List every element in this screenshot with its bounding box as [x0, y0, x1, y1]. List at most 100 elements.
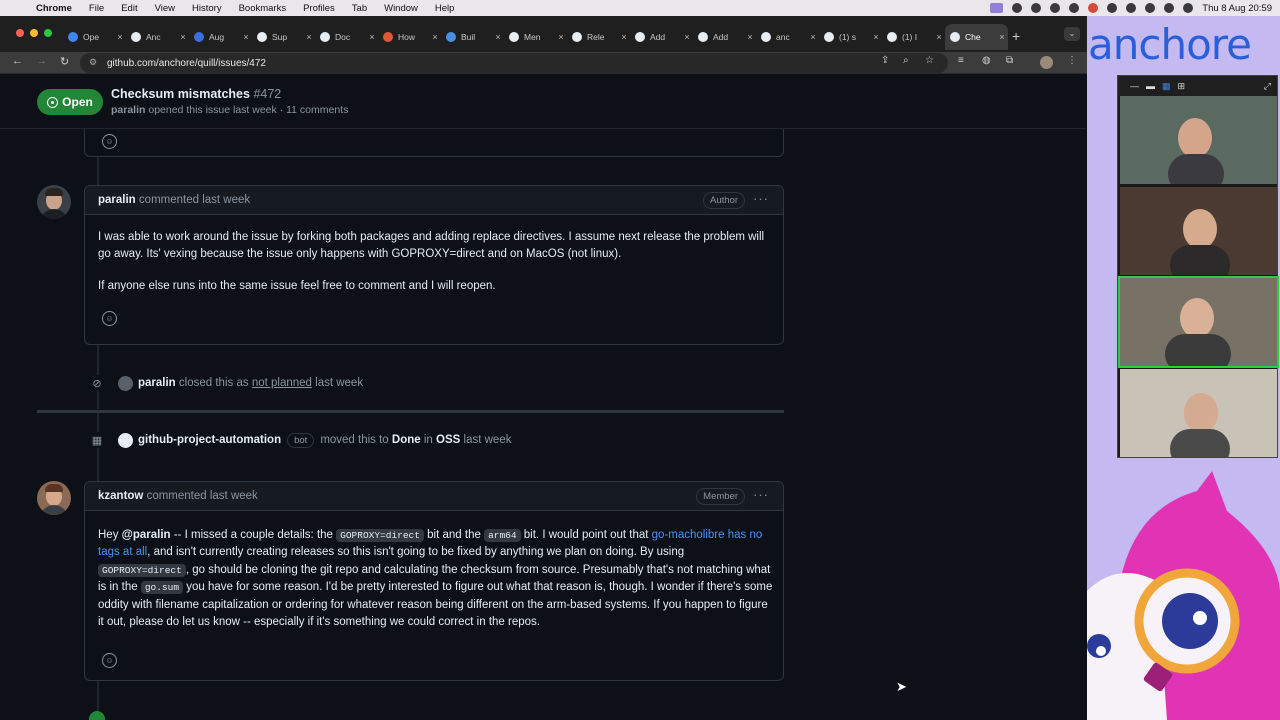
close-tab-icon[interactable]: ×	[681, 32, 693, 42]
browser-tab[interactable]: (1) s ×	[819, 24, 882, 50]
browser-tab[interactable]: Sup ×	[252, 24, 315, 50]
tray-icon[interactable]	[1069, 3, 1080, 13]
tray-icon[interactable]	[1012, 3, 1023, 13]
close-tab-icon[interactable]: ×	[933, 32, 945, 42]
close-tab-icon[interactable]: ×	[618, 32, 630, 42]
browser-tab[interactable]: Buil ×	[441, 24, 504, 50]
add-reaction-icon[interactable]: ☺	[102, 653, 117, 668]
menu-history[interactable]: History	[192, 3, 222, 14]
menu-bookmarks[interactable]: Bookmarks	[239, 3, 287, 14]
close-tab-icon[interactable]: ×	[303, 32, 315, 42]
browser-tab[interactable]: Ope ×	[63, 24, 126, 50]
browser-tab[interactable]: anc ×	[756, 24, 819, 50]
notification-badge-icon[interactable]	[1088, 3, 1099, 13]
not-planned-link[interactable]: not planned	[252, 377, 312, 389]
close-tab-icon[interactable]: ×	[555, 32, 567, 42]
browser-menu-icon[interactable]: ⋮	[1067, 55, 1077, 66]
browser-tab[interactable]: How ×	[378, 24, 441, 50]
close-tab-icon[interactable]: ×	[240, 32, 252, 42]
menu-window[interactable]: Window	[384, 3, 418, 14]
minimize-icon[interactable]: —	[1130, 81, 1139, 91]
close-tab-icon[interactable]: ×	[744, 32, 756, 42]
wifi-icon[interactable]	[1145, 3, 1156, 13]
video-tile[interactable]	[1120, 96, 1277, 184]
reading-list-icon[interactable]: ≡	[958, 55, 964, 66]
comment-action[interactable]: commented last week	[147, 490, 258, 502]
menu-view[interactable]: View	[155, 3, 175, 14]
profile-avatar[interactable]	[1040, 56, 1053, 69]
menu-help[interactable]: Help	[435, 3, 455, 14]
menu-app-name[interactable]: Chrome	[36, 3, 72, 14]
close-tab-icon[interactable]: ×	[114, 32, 126, 42]
grid-view-icon[interactable]: ▦	[1162, 81, 1171, 92]
close-tab-icon[interactable]: ×	[492, 32, 504, 42]
tray-icon[interactable]	[1031, 3, 1042, 13]
menu-tab[interactable]: Tab	[352, 3, 367, 14]
menu-file[interactable]: File	[89, 3, 104, 14]
browser-tab[interactable]: Che ×	[945, 24, 1008, 50]
browser-tab[interactable]: Doc ×	[315, 24, 378, 50]
add-reaction-icon[interactable]: ☺	[102, 134, 117, 149]
close-tab-icon[interactable]: ×	[177, 32, 189, 42]
minimize-window-button[interactable]	[30, 29, 38, 37]
browser-tab[interactable]: (1) I ×	[882, 24, 945, 50]
avatar[interactable]	[118, 375, 133, 391]
video-tile[interactable]	[1120, 187, 1277, 275]
video-tile[interactable]	[1118, 276, 1279, 368]
browser-tab[interactable]: Add ×	[630, 24, 693, 50]
back-icon[interactable]: ←	[12, 55, 23, 67]
browser-tab[interactable]: Rele ×	[567, 24, 630, 50]
avatar[interactable]	[37, 185, 71, 219]
project-name[interactable]: OSS	[436, 434, 460, 446]
zoom-tray-icon[interactable]	[990, 3, 1004, 13]
browser-tab[interactable]: Aug ×	[189, 24, 252, 50]
comment-author[interactable]: paralin	[98, 194, 136, 206]
tab-search-button[interactable]: ⌄	[1064, 27, 1080, 41]
tray-icon[interactable]	[1107, 3, 1118, 13]
menu-profiles[interactable]: Profiles	[303, 3, 335, 14]
browser-tab[interactable]: Men ×	[504, 24, 567, 50]
tray-icon[interactable]	[1126, 3, 1137, 13]
maximize-window-button[interactable]	[44, 29, 52, 37]
new-tab-button[interactable]: +	[1012, 28, 1020, 44]
close-tab-icon[interactable]: ×	[870, 32, 882, 42]
control-center-icon[interactable]	[1183, 3, 1194, 13]
avatar[interactable]	[37, 481, 71, 515]
comment-options-icon[interactable]: ···	[753, 487, 769, 502]
extension-icon[interactable]: ◍	[982, 55, 991, 66]
github-icon[interactable]	[118, 432, 133, 448]
close-tab-icon[interactable]: ×	[429, 32, 441, 42]
close-tab-icon[interactable]: ×	[807, 32, 819, 42]
event-time[interactable]: last week	[464, 434, 512, 446]
extensions-puzzle-icon[interactable]: ⧉	[1006, 55, 1013, 66]
close-tab-icon[interactable]: ×	[366, 32, 378, 42]
comment-author[interactable]: kzantow	[98, 490, 143, 502]
reload-icon[interactable]: ↻	[60, 55, 69, 68]
browser-tab[interactable]: Add ×	[693, 24, 756, 50]
forward-icon[interactable]: →	[36, 55, 47, 67]
event-actor[interactable]: paralin	[138, 377, 176, 389]
user-mention[interactable]: @paralin	[122, 529, 171, 541]
menu-edit[interactable]: Edit	[121, 3, 137, 14]
add-reaction-icon[interactable]: ☺	[102, 311, 117, 326]
issue-author[interactable]: paralin	[111, 104, 145, 116]
search-icon[interactable]	[1164, 3, 1175, 13]
video-tile[interactable]	[1120, 369, 1277, 457]
event-time[interactable]: last week	[315, 377, 363, 389]
tray-icon[interactable]	[1050, 3, 1061, 13]
install-app-icon[interactable]: ⇪	[881, 55, 889, 66]
comment-action[interactable]: commented last week	[139, 194, 250, 206]
site-info-icon[interactable]: ⚙	[89, 57, 97, 68]
close-window-button[interactable]	[16, 29, 24, 37]
zoom-icon[interactable]: ⌕	[903, 55, 909, 66]
comment-options-icon[interactable]: ···	[753, 191, 769, 206]
event-actor[interactable]: github-project-automation	[138, 434, 281, 446]
bookmark-star-icon[interactable]: ☆	[925, 55, 934, 66]
expand-icon[interactable]: ⤢	[1264, 81, 1271, 92]
browser-tab[interactable]: Anc ×	[126, 24, 189, 50]
gallery-view-icon[interactable]: ⊞	[1178, 81, 1186, 92]
address-bar[interactable]: ⚙ github.com/anchore/quill/issues/472	[80, 53, 948, 73]
close-tab-icon[interactable]: ×	[996, 32, 1008, 42]
speaker-view-icon[interactable]: ▬	[1146, 81, 1155, 91]
menubar-clock[interactable]: Thu 8 Aug 20:59	[1202, 3, 1272, 14]
